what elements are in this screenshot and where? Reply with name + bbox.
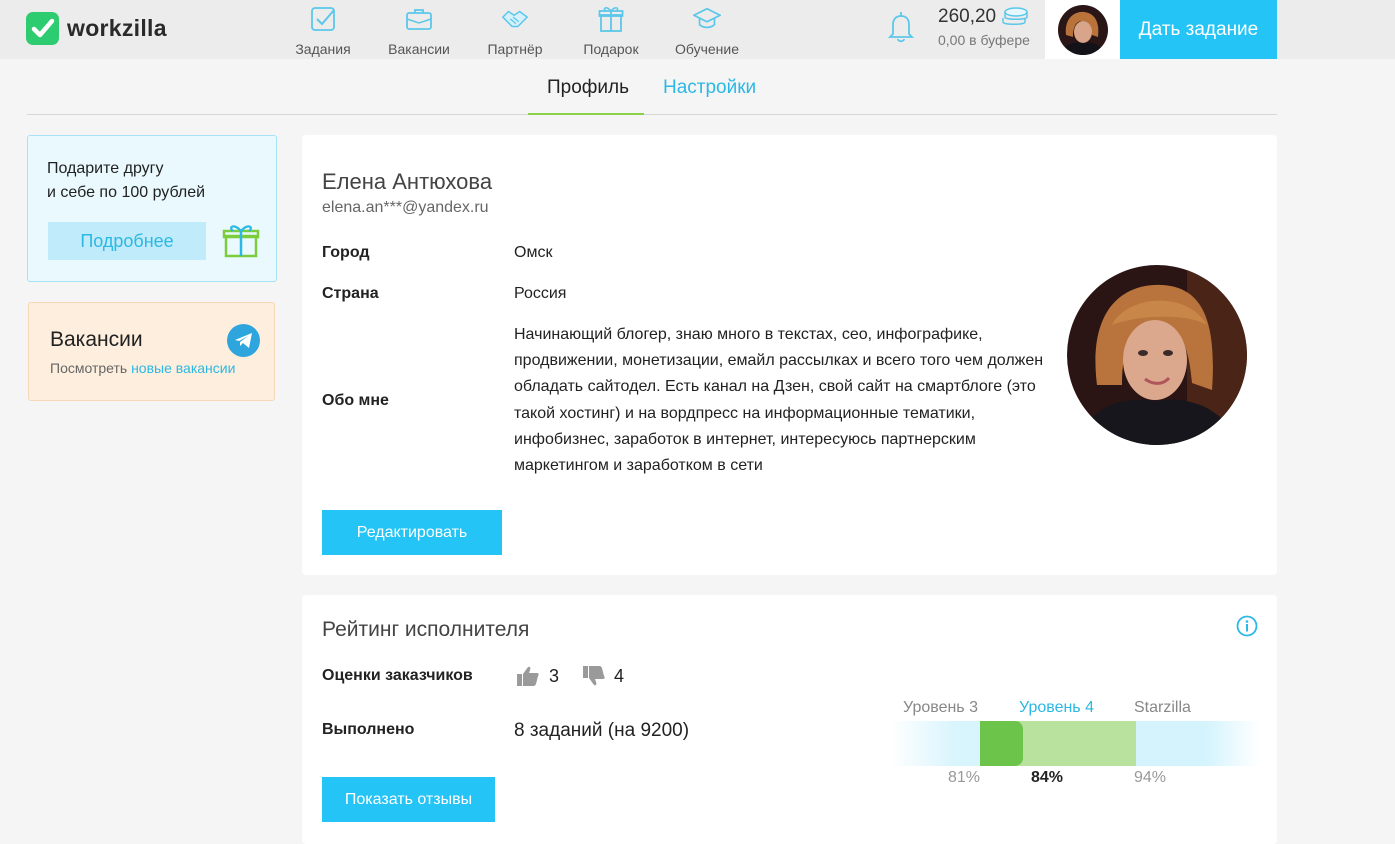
level-4-name: Уровень 4	[1019, 699, 1094, 716]
vacancies-sub-text: Посмотреть	[50, 360, 128, 376]
vacancies-title: Вакансии	[50, 328, 143, 351]
logo-check-icon	[26, 11, 59, 45]
rating-card: Рейтинг исполнителя Оценки заказчиков 3 …	[302, 595, 1277, 844]
tasks-icon	[309, 4, 337, 34]
gift-icon	[597, 4, 625, 34]
profile-card: Елена Антюхова elena.an***@yandex.ru Гор…	[302, 135, 1277, 575]
referral-promo: Подарите другу и себе по 100 рублей Подр…	[27, 135, 277, 282]
tab-settings[interactable]: Настройки	[663, 77, 756, 99]
reviews-label: Оценки заказчиков	[322, 667, 473, 684]
promo-line-2: и себе по 100 рублей	[47, 184, 206, 201]
telegram-icon[interactable]	[227, 324, 260, 357]
nav-item-learning[interactable]: Обучение	[659, 0, 755, 59]
level-3-percent: 81%	[948, 769, 981, 786]
about-label: Обо мне	[322, 392, 389, 409]
briefcase-icon	[405, 4, 433, 34]
balance-amount: 260,20	[938, 6, 997, 27]
vacancies-widget[interactable]: Вакансии Посмотреть новые вакансии	[28, 302, 275, 401]
nav-item-tasks[interactable]: Задания	[275, 0, 371, 59]
avatar-small	[1057, 4, 1108, 55]
info-icon[interactable]	[1236, 615, 1258, 642]
nav-item-vacancies[interactable]: Вакансии	[371, 0, 467, 59]
level-starzilla-percent: 94%	[1134, 769, 1167, 786]
edit-profile-button[interactable]: Редактировать	[322, 510, 502, 555]
level-progress-bar	[890, 721, 1260, 766]
city-label: Город	[322, 244, 370, 261]
gift-icon	[222, 221, 260, 264]
city-value: Омск	[514, 244, 553, 261]
coins-icon	[1002, 7, 1028, 25]
logo-text: workzilla	[67, 14, 167, 41]
done-value: 8 заданий (на 9200)	[514, 720, 690, 741]
done-label: Выполнено	[322, 721, 415, 738]
balance-block[interactable]: 260,20 0,00 в буфере	[938, 6, 1038, 48]
rating-title: Рейтинг исполнителя	[322, 618, 530, 641]
level-4-percent: 84%	[1031, 769, 1064, 786]
new-vacancies-link[interactable]: новые вакансии	[131, 360, 235, 376]
level-progress-fill	[980, 721, 1023, 766]
profile-avatar	[1067, 265, 1247, 445]
tab-profile[interactable]: Профиль	[547, 77, 629, 99]
thumbs-up-icon	[516, 665, 540, 692]
promo-line-1: Подарите другу	[47, 160, 164, 177]
dislikes-count: 4	[614, 666, 625, 686]
main-nav: Задания Вакансии Партнёр Подарок Обучени…	[275, 0, 755, 59]
active-tab-underline	[528, 113, 644, 115]
country-label: Страна	[322, 285, 379, 302]
profile-tabs: Профиль Настройки	[27, 59, 1277, 115]
promo-details-button[interactable]: Подробнее	[48, 222, 206, 260]
level-starzilla-name: Starzilla	[1134, 699, 1191, 716]
header-avatar[interactable]	[1045, 0, 1120, 59]
profile-name: Елена Антюхова	[322, 169, 493, 194]
country-value: Россия	[514, 285, 567, 302]
thumbs-down-icon	[582, 665, 606, 692]
handshake-icon	[501, 4, 529, 34]
give-task-button[interactable]: Дать задание	[1120, 0, 1277, 59]
top-header: workzilla Задания Вакансии Партнёр Подар…	[0, 0, 1395, 59]
balance-buffer: 0,00 в буфере	[938, 32, 1030, 48]
level-3-name: Уровень 3	[903, 699, 978, 716]
nav-item-gift[interactable]: Подарок	[563, 0, 659, 59]
likes-count: 3	[549, 666, 560, 686]
profile-email: elena.an***@yandex.ru	[322, 199, 489, 216]
show-reviews-button[interactable]: Показать отзывы	[322, 777, 495, 822]
bell-icon[interactable]	[886, 10, 916, 44]
nav-item-partner[interactable]: Партнёр	[467, 0, 563, 59]
graduation-cap-icon	[693, 4, 721, 34]
about-text: Начинающий блогер, знаю много в текстах,…	[514, 326, 1044, 475]
workzilla-logo[interactable]: workzilla	[26, 11, 167, 45]
